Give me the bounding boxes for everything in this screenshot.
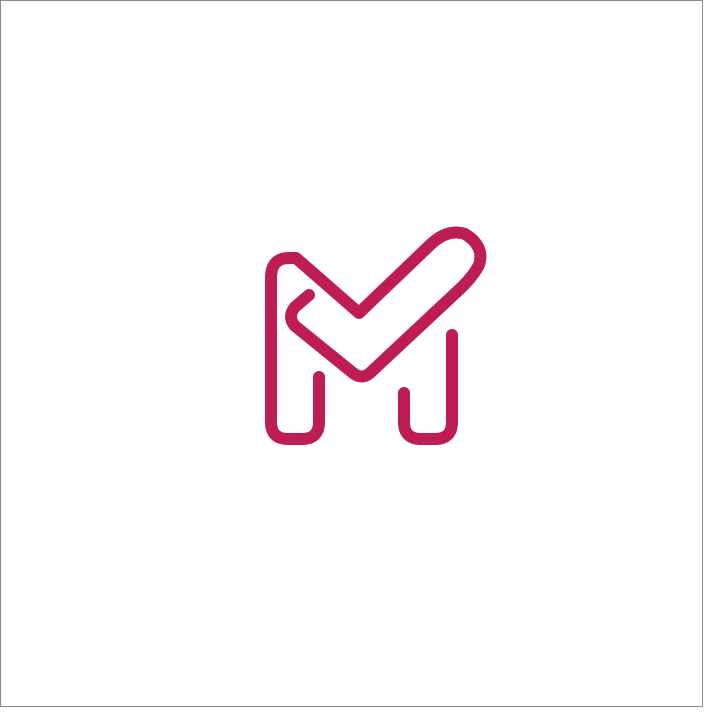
monogram-m-checkmark-icon — [265, 226, 487, 445]
artboard-canvas — [0, 0, 703, 707]
monogram-right-leg — [398, 329, 458, 445]
